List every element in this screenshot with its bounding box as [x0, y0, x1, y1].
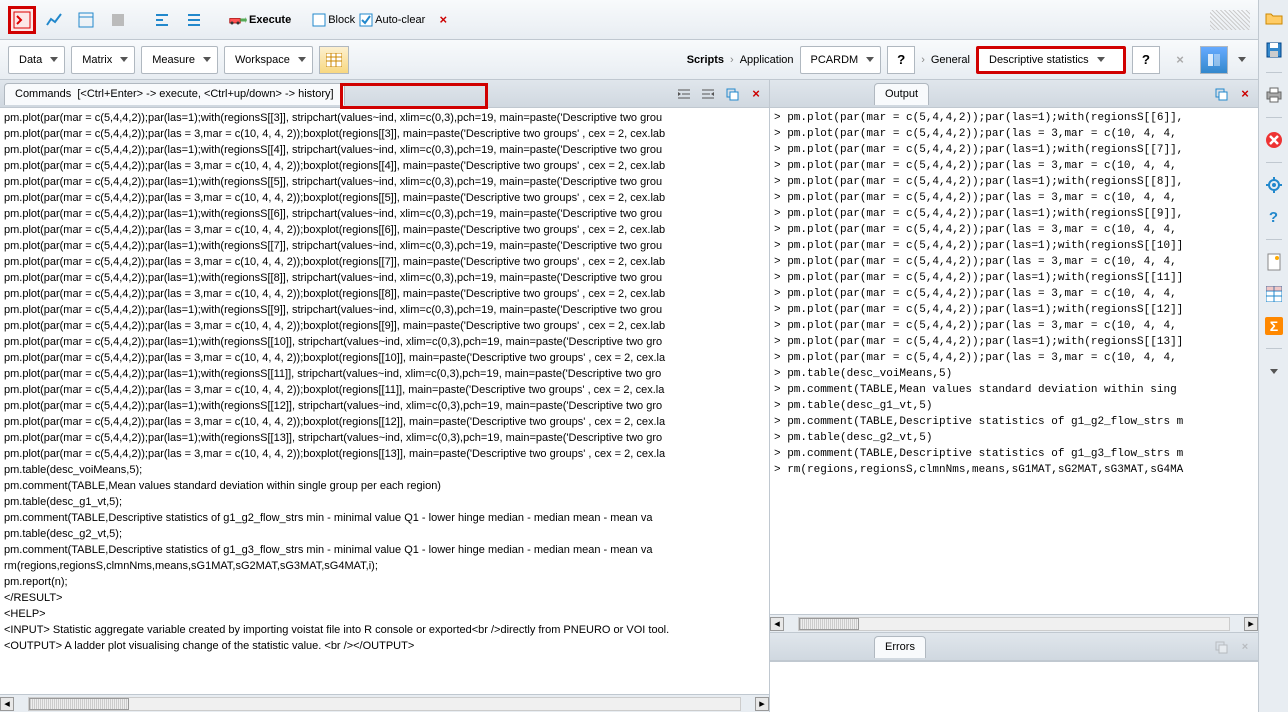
print-icon[interactable]	[1264, 85, 1284, 105]
measure-dropdown[interactable]: Measure	[141, 46, 218, 74]
execute-label: Execute	[249, 14, 291, 26]
errors-panel: Errors ×	[770, 632, 1258, 712]
indent-decrease-icon[interactable]	[675, 85, 693, 103]
output-hscroll[interactable]: ◂ ▸	[770, 614, 1258, 632]
toolbar-close-button[interactable]: ×	[429, 6, 457, 34]
breadcrumb-separator: ›	[921, 54, 925, 66]
chart-button[interactable]	[40, 6, 68, 34]
indent-increase-icon[interactable]	[699, 85, 717, 103]
top-toolbar: Execute Block Auto-clear ×	[0, 0, 1258, 40]
errors-tab[interactable]: Errors	[874, 636, 926, 658]
panel-toggle-button[interactable]	[1200, 46, 1228, 74]
save-icon[interactable]	[1264, 40, 1284, 60]
open-folder-icon[interactable]	[1264, 8, 1284, 28]
terminal-icon[interactable]: Σ	[1264, 316, 1284, 336]
errors-viewer[interactable]	[770, 661, 1258, 712]
help-app-button[interactable]: ?	[887, 46, 915, 74]
output-tab[interactable]: Output	[874, 83, 929, 105]
block-toggle[interactable]: Block	[312, 13, 355, 27]
indent-left-button[interactable]	[148, 6, 176, 34]
commands-panel: Commands [<Ctrl+Enter> -> execute, <Ctrl…	[0, 80, 770, 712]
help-stat-button[interactable]: ?	[1132, 46, 1160, 74]
chevron-down-icon[interactable]	[1238, 57, 1246, 62]
copy-icon[interactable]	[723, 85, 741, 103]
chevron-down-icon	[50, 57, 58, 62]
execute-button[interactable]: Execute	[224, 6, 296, 34]
workspace-dropdown[interactable]: Workspace	[224, 46, 313, 74]
application-dropdown[interactable]: PCARDM	[800, 46, 882, 74]
grip-handle[interactable]	[1210, 10, 1250, 30]
help-icon[interactable]: ?	[1264, 207, 1284, 227]
autoclear-label: Auto-clear	[375, 14, 425, 26]
table-icon[interactable]	[1264, 284, 1284, 304]
breadcrumb-general: General	[931, 54, 970, 66]
console-button[interactable]	[8, 6, 36, 34]
remove-button[interactable]: ×	[1166, 46, 1194, 74]
close-icon: ×	[439, 12, 447, 27]
svg-text:Σ: Σ	[1269, 318, 1277, 334]
block-label: Block	[328, 14, 355, 26]
autoclear-toggle[interactable]: Auto-clear	[359, 13, 425, 27]
commands-hscroll[interactable]: ◂ ▸	[0, 694, 769, 712]
grid-button[interactable]	[319, 46, 349, 74]
chevron-down-icon	[866, 57, 874, 62]
right-toolbar: ? Σ	[1258, 0, 1288, 712]
commands-tab-hint: [<Ctrl+Enter> -> execute, <Ctrl+up/down>…	[77, 88, 333, 100]
statistics-dropdown[interactable]: Descriptive statistics	[976, 46, 1126, 74]
gear-icon[interactable]	[1264, 175, 1284, 195]
copy-errors-icon[interactable]	[1212, 638, 1230, 656]
list-button[interactable]	[180, 6, 208, 34]
commands-tab[interactable]: Commands [<Ctrl+Enter> -> execute, <Ctrl…	[4, 83, 345, 105]
breadcrumb-application: Application	[740, 54, 794, 66]
expand-icon[interactable]	[1264, 361, 1284, 381]
output-viewer[interactable]: > pm.plot(par(mar = c(5,4,4,2));par(las=…	[770, 108, 1258, 614]
solid-button[interactable]	[104, 6, 132, 34]
breadcrumb-scripts: Scripts	[687, 54, 724, 66]
chevron-down-icon	[120, 57, 128, 62]
chevron-down-icon	[298, 57, 306, 62]
matrix-dropdown[interactable]: Matrix	[71, 46, 135, 74]
data-dropdown[interactable]: Data	[8, 46, 65, 74]
document-icon[interactable]	[1264, 252, 1284, 272]
layout-button[interactable]	[72, 6, 100, 34]
dropdown-toolbar: Data Matrix Measure Workspace Scripts › …	[0, 40, 1258, 80]
chevron-down-icon	[203, 57, 211, 62]
chevron-down-icon	[1097, 57, 1105, 62]
close-panel-icon[interactable]: ×	[747, 85, 765, 103]
breadcrumb-separator: ›	[730, 54, 734, 66]
commands-editor[interactable]: pm.plot(par(mar = c(5,4,4,2));par(las=1)…	[0, 108, 769, 694]
commands-tab-label: Commands	[15, 88, 71, 100]
copy-output-icon[interactable]	[1212, 85, 1230, 103]
error-icon[interactable]	[1264, 130, 1284, 150]
close-output-icon[interactable]: ×	[1236, 85, 1254, 103]
close-errors-icon[interactable]: ×	[1236, 638, 1254, 656]
